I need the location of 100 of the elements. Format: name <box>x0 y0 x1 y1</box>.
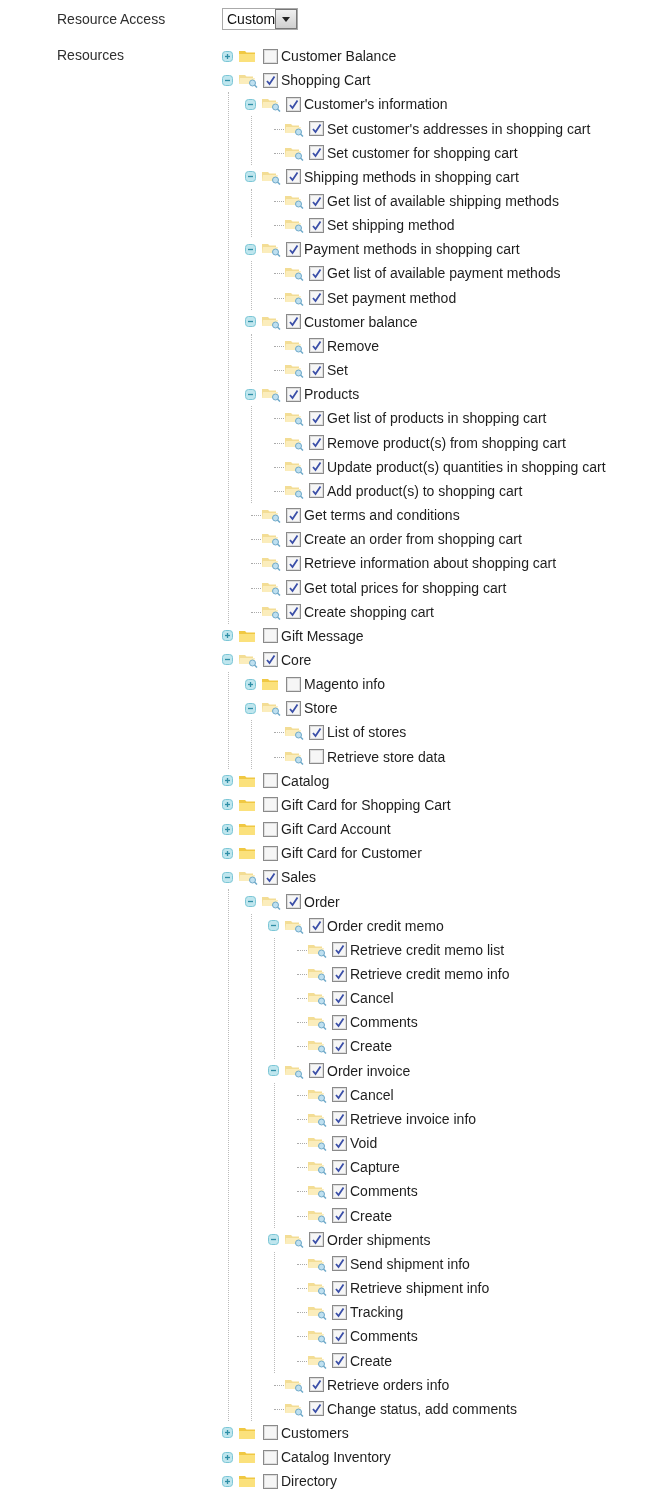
checkbox[interactable] <box>263 1425 278 1441</box>
checkbox[interactable] <box>309 1401 324 1417</box>
tree-item-label[interactable]: Retrieve store data <box>327 748 446 765</box>
tree-item-label[interactable]: Directory <box>281 1473 337 1490</box>
expand-icon[interactable] <box>222 630 233 642</box>
collapse-icon[interactable] <box>245 171 256 183</box>
checkbox[interactable] <box>286 676 301 692</box>
tree-item-label[interactable]: Retrieve credit memo list <box>350 941 505 958</box>
tree-item-label[interactable]: Set <box>327 362 348 379</box>
tree-item-label[interactable]: Gift Message <box>281 627 364 644</box>
collapse-icon[interactable] <box>245 316 256 328</box>
expand-icon[interactable] <box>222 1427 233 1439</box>
checkbox[interactable] <box>309 338 324 354</box>
checkbox[interactable] <box>309 362 324 378</box>
checkbox[interactable] <box>309 121 324 137</box>
tree-item-label[interactable]: Set payment method <box>327 289 457 306</box>
checkbox[interactable] <box>309 290 324 306</box>
collapse-icon[interactable] <box>268 1065 279 1077</box>
collapse-icon[interactable] <box>245 98 256 110</box>
checkbox[interactable] <box>309 266 324 281</box>
checkbox[interactable] <box>309 1377 324 1393</box>
tree-item-label[interactable]: Catalog <box>281 772 330 789</box>
tree-item-label[interactable]: Magento info <box>304 676 385 693</box>
checkbox[interactable] <box>332 942 347 958</box>
checkbox[interactable] <box>309 217 324 233</box>
expand-icon[interactable] <box>222 847 233 859</box>
tree-item-label[interactable]: Gift Card Account <box>281 821 391 838</box>
tree-item-label[interactable]: Get terms and conditions <box>304 507 460 524</box>
tree-item-label[interactable]: Create <box>350 1038 393 1055</box>
checkbox[interactable] <box>309 724 324 740</box>
tree-item-label[interactable]: Get list of available shipping methods <box>327 193 559 209</box>
checkbox[interactable] <box>332 1135 347 1151</box>
collapse-icon[interactable] <box>222 74 233 86</box>
checkbox[interactable] <box>263 628 278 644</box>
checkbox[interactable] <box>263 652 278 668</box>
tree-item-label[interactable]: Retrieve credit memo info <box>350 966 510 982</box>
checkbox[interactable] <box>332 1208 347 1224</box>
checkbox[interactable] <box>286 507 301 523</box>
checkbox[interactable] <box>332 1087 347 1103</box>
collapse-icon[interactable] <box>268 920 279 932</box>
checkbox[interactable] <box>309 1232 324 1248</box>
checkbox[interactable] <box>286 386 301 402</box>
tree-item-label[interactable]: Payment methods in shopping cart <box>304 241 520 258</box>
checkbox[interactable] <box>332 1304 347 1320</box>
checkbox[interactable] <box>332 1353 347 1368</box>
checkbox[interactable] <box>263 869 278 885</box>
tree-item-label[interactable]: Send shipment info <box>350 1255 470 1272</box>
tree-item-label[interactable]: Customer's information <box>304 96 448 113</box>
tree-item-label[interactable]: Create an order from shopping cart <box>304 531 522 548</box>
tree-item-label[interactable]: Set shipping method <box>327 217 455 234</box>
tree-item-label[interactable]: Comments <box>350 1014 418 1031</box>
tree-item-label[interactable]: Cancel <box>350 1086 394 1103</box>
tree-item-label[interactable]: Sales <box>281 869 317 886</box>
tree-item-label[interactable]: Customer Balance <box>281 48 397 65</box>
checkbox[interactable] <box>332 966 347 982</box>
collapse-icon[interactable] <box>245 388 256 400</box>
expand-icon[interactable] <box>222 799 233 811</box>
checkbox[interactable] <box>309 145 324 161</box>
checkbox[interactable] <box>309 749 324 765</box>
collapse-icon[interactable] <box>245 896 256 908</box>
checkbox[interactable] <box>286 241 301 257</box>
checkbox[interactable] <box>286 894 301 910</box>
tree-item-label[interactable]: Shipping methods in shopping cart <box>304 168 519 185</box>
checkbox[interactable] <box>263 1449 278 1465</box>
tree-item-label[interactable]: Create shopping cart <box>304 603 434 620</box>
tree-item-label[interactable]: Retrieve invoice info <box>350 1110 477 1127</box>
checkbox[interactable] <box>263 797 278 813</box>
tree-item-label[interactable]: Order invoice <box>327 1062 411 1079</box>
tree-item-label[interactable]: Gift Card for Customer <box>281 845 422 862</box>
tree-item-label[interactable]: Customer balance <box>304 313 418 330</box>
expand-icon[interactable] <box>222 1451 233 1463</box>
tree-item-label[interactable]: Shopping Cart <box>281 72 371 89</box>
tree-item-label[interactable]: Products <box>304 386 360 403</box>
collapse-icon[interactable] <box>245 702 256 714</box>
expand-icon[interactable] <box>222 50 233 62</box>
tree-item-label[interactable]: Customers <box>281 1425 349 1441</box>
checkbox[interactable] <box>332 1183 347 1199</box>
tree-item-label[interactable]: Remove <box>327 337 380 354</box>
expand-icon[interactable] <box>222 775 233 787</box>
checkbox[interactable] <box>332 1328 347 1344</box>
tree-item-label[interactable]: Change status, add comments <box>327 1400 517 1417</box>
tree-item-label[interactable]: Create <box>350 1207 393 1224</box>
checkbox[interactable] <box>332 1039 347 1054</box>
collapse-icon[interactable] <box>222 654 233 666</box>
tree-item-label[interactable]: Gift Card for Shopping Cart <box>281 796 451 813</box>
tree-item-label[interactable]: Retrieve information about shopping cart <box>304 555 557 572</box>
tree-item-label[interactable]: Core <box>281 652 312 668</box>
checkbox[interactable] <box>332 990 347 1006</box>
tree-item-label[interactable]: Tracking <box>350 1304 404 1321</box>
tree-item-label[interactable]: Comments <box>350 1328 418 1345</box>
tree-item-label[interactable]: Add product(s) to shopping cart <box>327 482 523 499</box>
tree-item-label[interactable]: Retrieve orders info <box>327 1376 450 1393</box>
expand-icon[interactable] <box>222 1475 233 1487</box>
checkbox[interactable] <box>263 1473 278 1489</box>
checkbox[interactable] <box>309 459 324 475</box>
tree-item-label[interactable]: Order shipments <box>327 1231 431 1248</box>
tree-item-label[interactable]: Get list of products in shopping cart <box>327 410 547 427</box>
checkbox[interactable] <box>263 72 278 88</box>
tree-item-label[interactable]: Get list of available payment methods <box>327 265 561 282</box>
expand-icon[interactable] <box>222 823 233 835</box>
